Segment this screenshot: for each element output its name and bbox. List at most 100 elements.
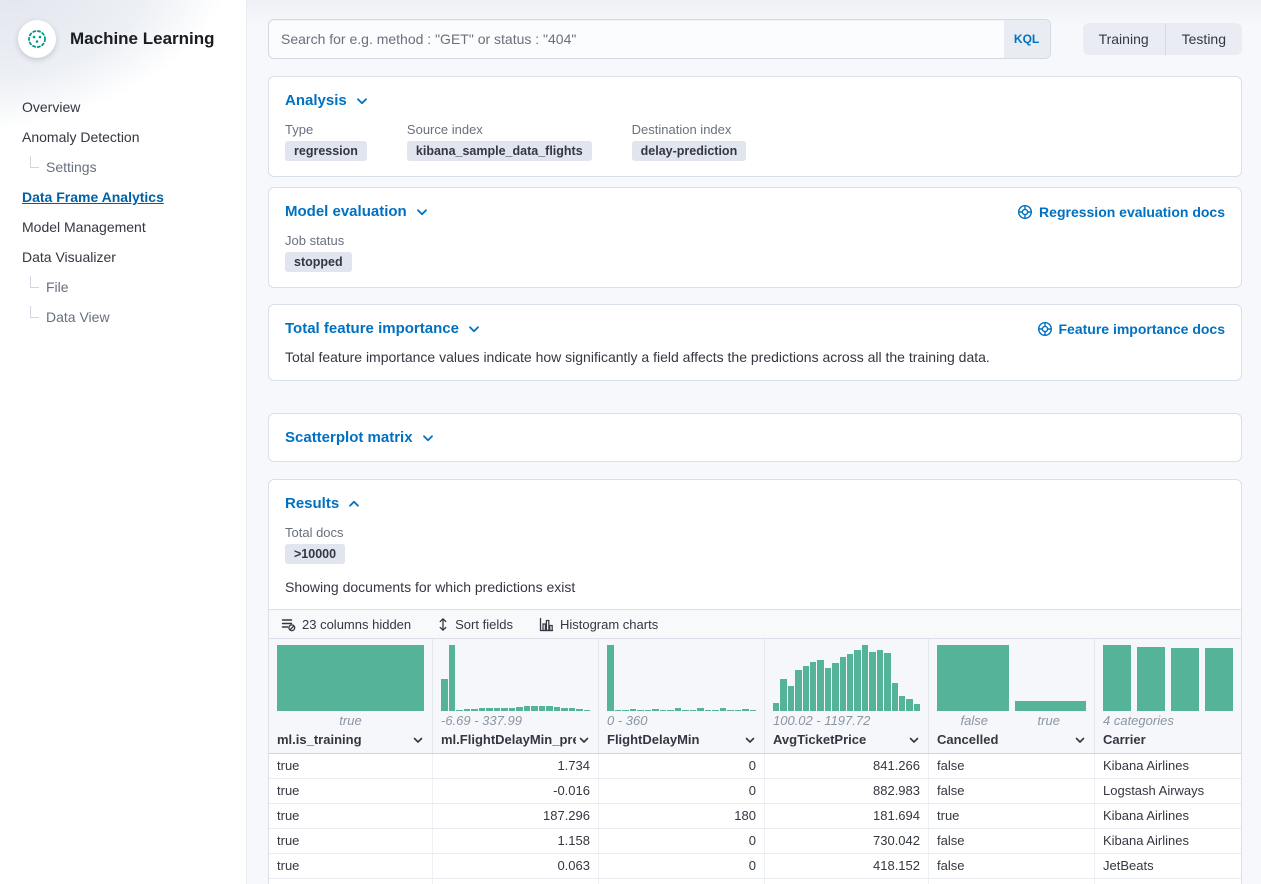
table-cell: 0	[599, 829, 765, 853]
chevron-down-icon[interactable]	[410, 732, 426, 748]
model-evaluation-panel: Model evaluation Regression evaluation d…	[268, 187, 1242, 288]
sidebar-item-data-visualizer[interactable]: Data Visualizer	[0, 242, 246, 272]
table-cell: false	[929, 779, 1095, 803]
histogram-bar	[449, 645, 456, 711]
search-input[interactable]	[269, 20, 1004, 58]
chevron-down-icon[interactable]	[742, 732, 758, 748]
histogram-bar	[675, 708, 682, 711]
total-feature-importance-accordion-toggle[interactable]: Total feature importance	[285, 320, 482, 337]
sidebar-item-anomaly-detection[interactable]: Anomaly Detection	[0, 122, 246, 152]
histogram-bar	[840, 657, 846, 711]
column-histogram	[433, 645, 598, 711]
histogram-bar	[494, 708, 501, 711]
histogram-bar	[622, 710, 629, 711]
histogram-bar	[877, 650, 883, 711]
sidebar-item-label: Settings	[46, 159, 97, 175]
table-cell: true	[929, 804, 1095, 828]
histogram-bar	[576, 709, 583, 711]
sidebar-item-settings[interactable]: Settings	[0, 152, 246, 182]
column-histogram	[599, 645, 764, 711]
ml-logo-icon	[26, 28, 48, 50]
chevron-down-icon[interactable]	[576, 732, 592, 748]
columns-hidden-button[interactable]: 23 columns hidden	[281, 617, 411, 632]
grid-column-header-carrier[interactable]: 4 categoriesCarrier	[1095, 639, 1241, 753]
sidebar-item-data-view[interactable]: Data View	[0, 302, 246, 332]
table-row[interactable]: true1.1580730.042falseKibana Airlines	[269, 829, 1241, 854]
field-label: Job status	[285, 233, 352, 248]
histogram-bar	[607, 645, 614, 711]
chevron-down-icon[interactable]	[906, 732, 922, 748]
histogram-bar	[516, 707, 523, 711]
histogram-bar	[539, 706, 546, 711]
field-value-badge: regression	[285, 141, 367, 161]
table-cell: JetBeats	[1095, 879, 1241, 884]
table-row[interactable]: true187.296180181.694trueKibana Airlines	[269, 804, 1241, 829]
histogram-range-label: -6.69 - 337.99	[433, 711, 598, 729]
grid-column-header-avgticketprice[interactable]: 100.02 - 1197.72AvgTicketPrice	[765, 639, 929, 753]
documentation-icon	[1037, 321, 1053, 337]
table-cell: false	[929, 879, 1095, 884]
table-row[interactable]: true1.7340841.266falseKibana Airlines	[269, 754, 1241, 779]
grid-column-header-ml-is-training[interactable]: trueml.is_training	[269, 639, 433, 753]
sidebar-item-model-management[interactable]: Model Management	[0, 212, 246, 242]
column-name-row: Carrier	[1095, 729, 1241, 753]
chevron-down-icon	[420, 430, 436, 446]
column-name: ml.is_training	[277, 732, 362, 747]
histogram-bar	[464, 709, 471, 711]
sidebar-nav: OverviewAnomaly Detection Settings Data Fr…	[0, 92, 246, 332]
column-name: Carrier	[1103, 732, 1146, 747]
grid-column-header-ml-flightdelaymin-prediction[interactable]: -6.69 - 337.99ml.FlightDelayMin_predicti…	[433, 639, 599, 753]
range-label-text: false	[937, 713, 1012, 729]
field-value-badge: stopped	[285, 252, 352, 272]
kql-language-button[interactable]: KQL	[1004, 20, 1050, 58]
table-row[interactable]: true-0.0160882.983falseLogstash Airways	[269, 779, 1241, 804]
table-row[interactable]: true0.0630418.152falseJetBeats	[269, 854, 1241, 879]
results-accordion-toggle[interactable]: Results	[285, 495, 362, 512]
chevron-up-icon	[346, 496, 362, 512]
histogram-charts-button[interactable]: Histogram charts	[539, 617, 658, 632]
histogram-bar	[1137, 647, 1165, 711]
field-destination-index: Destination indexdelay-prediction	[632, 122, 747, 161]
documentation-icon	[1017, 204, 1033, 220]
table-cell: 1.158	[433, 829, 599, 853]
grid-column-header-flightdelaymin[interactable]: 0 - 360FlightDelayMin	[599, 639, 765, 753]
testing-filter-button[interactable]: Testing	[1165, 23, 1242, 55]
results-title: Results	[285, 495, 339, 512]
grid-column-header-cancelled[interactable]: falsetrueCancelled	[929, 639, 1095, 753]
search-row: KQL TrainingTesting	[268, 19, 1242, 59]
histogram-bar	[645, 710, 652, 711]
histogram-bar	[690, 710, 697, 711]
histogram-bar	[660, 710, 667, 711]
chevron-down-icon[interactable]	[1072, 732, 1088, 748]
histogram-bar	[441, 679, 448, 711]
histogram-bar	[705, 710, 712, 711]
sidebar-item-file[interactable]: File	[0, 272, 246, 302]
analysis-accordion-toggle[interactable]: Analysis	[285, 92, 370, 109]
feature-importance-docs-link[interactable]: Feature importance docs	[1037, 321, 1226, 337]
histogram-bar	[524, 706, 531, 711]
histogram-bar	[637, 710, 644, 711]
sidebar-item-label: File	[46, 279, 69, 295]
histogram-bar	[509, 708, 516, 711]
regression-evaluation-docs-link[interactable]: Regression evaluation docs	[1017, 204, 1225, 220]
ml-logo-badge	[18, 20, 56, 58]
histogram-bar	[862, 645, 868, 711]
scatterplot-matrix-accordion-toggle[interactable]: Scatterplot matrix	[285, 429, 436, 446]
histogram-bar	[1015, 701, 1087, 711]
column-histogram	[929, 645, 1094, 711]
sort-fields-button[interactable]: Sort fields	[437, 617, 513, 632]
model-evaluation-accordion-toggle[interactable]: Model evaluation	[285, 203, 430, 220]
sidebar-item-data-frame-analytics[interactable]: Data Frame Analytics	[0, 182, 246, 212]
range-label-text: -6.69 - 337.99	[441, 713, 522, 729]
column-histogram	[269, 645, 432, 711]
sidebar-item-overview[interactable]: Overview	[0, 92, 246, 122]
table-cell: JetBeats	[1095, 854, 1241, 878]
table-cell: false	[929, 754, 1095, 778]
histogram-bar	[531, 706, 538, 711]
training-filter-button[interactable]: Training	[1083, 23, 1165, 55]
sidebar-item-label: Data View	[46, 309, 110, 325]
table-row[interactable]: true299.765300180.247falseJetBeats	[269, 879, 1241, 884]
scatterplot-matrix-title: Scatterplot matrix	[285, 429, 413, 446]
column-name-row: FlightDelayMin	[599, 729, 764, 753]
table-cell: 730.042	[765, 829, 929, 853]
